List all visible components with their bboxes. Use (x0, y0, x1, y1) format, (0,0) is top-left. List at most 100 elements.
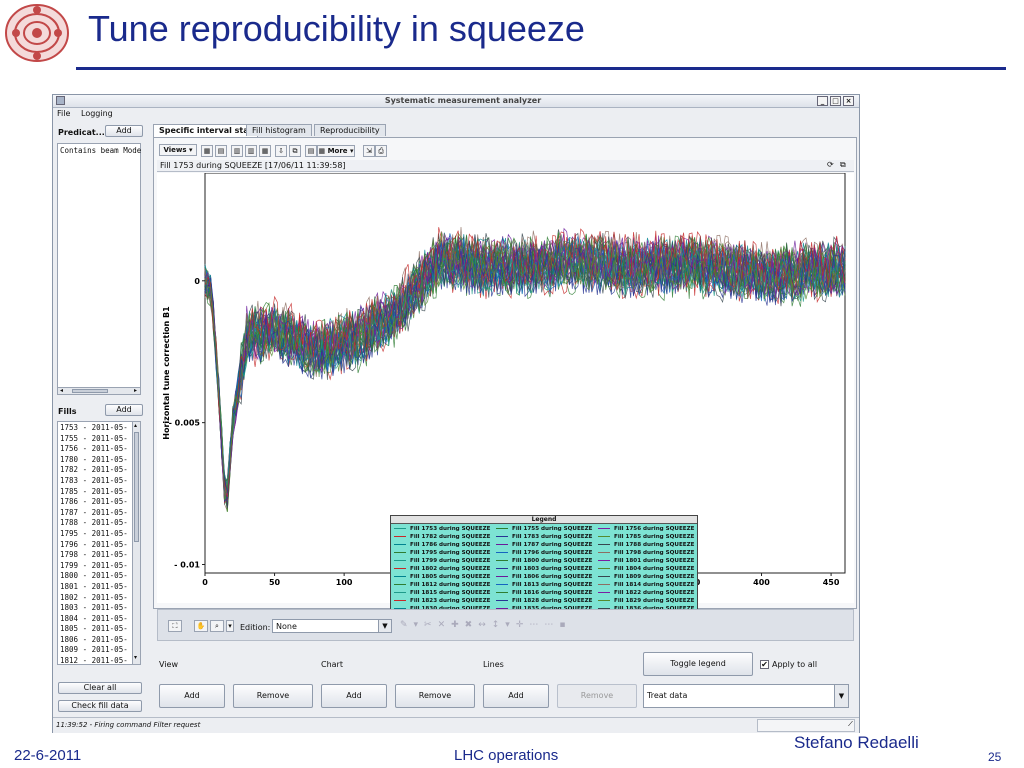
vertical-scrollbar[interactable]: ▴ ▾ (132, 422, 140, 664)
tab-specific-interval-stat[interactable]: Specific interval stat (153, 124, 259, 137)
chart-header: Fill 1753 during SQUEEZE [17/06/11 11:39… (157, 160, 854, 172)
window-titlebar: Systematic measurement analyzer _ □ × (53, 95, 859, 108)
list-item[interactable]: 1803 - 2011-05- (60, 603, 130, 614)
legend-label: Fill 1828 during SQUEEZE (512, 598, 593, 604)
list-item[interactable]: 1801 - 2011-05- (60, 582, 130, 593)
legend-swatch (598, 536, 610, 537)
minimize-button[interactable]: _ (817, 96, 828, 106)
chart-add-button[interactable]: Add (321, 684, 387, 708)
list-item[interactable]: 1812 - 2011-05- (60, 656, 130, 667)
list-item[interactable]: 1809 - 2011-05- (60, 645, 130, 656)
copy-icon[interactable]: ⧉ (289, 145, 301, 157)
menu-file[interactable]: File (57, 109, 70, 118)
list-item[interactable]: 1753 - 2011-05- (60, 423, 130, 434)
layout-three-icon[interactable]: ▦ (259, 145, 271, 157)
list-item[interactable]: 1799 - 2011-05- (60, 561, 130, 572)
apply-to-all-checkbox[interactable]: ✔ (760, 660, 769, 669)
x-tick-label: 100 (336, 578, 353, 587)
views-label: Views (163, 146, 187, 154)
zoom-dropdown-icon[interactable]: ▾ (226, 620, 234, 632)
legend-label: Fill 1822 during SQUEEZE (614, 590, 695, 596)
footer-page-number: 25 (988, 750, 1002, 764)
detach-icon[interactable]: ⧉ (840, 160, 846, 170)
list-item[interactable]: 1796 - 2011-05- (60, 540, 130, 551)
fit-icon[interactable]: ⛶ (168, 620, 182, 632)
list-item[interactable]: 1786 - 2011-05- (60, 497, 130, 508)
view-remove-button[interactable]: Remove (233, 684, 313, 708)
arrow-left-icon[interactable]: ◂ (60, 387, 63, 394)
list-item[interactable]: 1804 - 2011-05- (60, 614, 130, 625)
y-tick-label: 0 (194, 277, 200, 286)
legend-swatch (496, 600, 508, 601)
arrow-up-icon[interactable]: ▴ (134, 422, 137, 429)
legend-swatch (496, 584, 508, 585)
list-item[interactable]: 1805 - 2011-05- (60, 624, 130, 635)
refresh-icon[interactable]: ⟳ (827, 160, 834, 169)
legend-label: Fill 1799 during SQUEEZE (410, 558, 491, 564)
list-item[interactable]: 1806 - 2011-05- (60, 635, 130, 646)
list-item[interactable]: 1783 - 2011-05- (60, 476, 130, 487)
legend-entry: Fill 1828 during SQUEEZE (496, 597, 592, 605)
legend-label: Fill 1809 during SQUEEZE (614, 574, 695, 580)
chart-export-icon[interactable]: ⇲ (363, 145, 375, 157)
list-item[interactable]: 1782 - 2011-05- (60, 465, 130, 476)
chevron-down-icon[interactable]: ▼ (834, 685, 848, 707)
list-item[interactable]: 1785 - 2011-05- (60, 487, 130, 498)
legend-swatch (496, 552, 508, 553)
list-item[interactable]: 1798 - 2011-05- (60, 550, 130, 561)
grid-icon[interactable]: ▦ (201, 145, 213, 157)
y-tick-label: - 0.01 (174, 560, 200, 569)
chevron-down-icon[interactable]: ▼ (378, 620, 391, 632)
print-icon[interactable]: ⎙ (375, 145, 387, 157)
list-item[interactable]: 1780 - 2011-05- (60, 455, 130, 466)
list-icon[interactable]: ▤ (215, 145, 227, 157)
legend-swatch (496, 536, 508, 537)
list-item[interactable]: 1795 - 2011-05- (60, 529, 130, 540)
arrow-down-icon[interactable]: ▾ (134, 654, 137, 661)
list-item[interactable]: 1802 - 2011-05- (60, 593, 130, 604)
legend-swatch (598, 552, 610, 553)
legend-label: Fill 1814 during SQUEEZE (614, 582, 695, 588)
table-icon[interactable]: ▤ (305, 145, 317, 157)
legend-swatch (598, 544, 610, 545)
zoom-icon[interactable]: ⌕ (210, 620, 224, 632)
list-item[interactable]: 1788 - 2011-05- (60, 518, 130, 529)
export-icon[interactable]: ⇩ (275, 145, 287, 157)
close-button[interactable]: × (843, 96, 854, 106)
tab-reproducibility[interactable]: Reproducibility (314, 124, 386, 136)
list-item[interactable]: 1756 - 2011-05- (60, 444, 130, 455)
tab-fill-histogram[interactable]: Fill histogram (246, 124, 312, 136)
layout-one-icon[interactable]: ▥ (231, 145, 243, 157)
lines-add-button[interactable]: Add (483, 684, 549, 708)
legend-entry: Fill 1805 during SQUEEZE (394, 573, 490, 581)
more-button[interactable]: ▦ More ▾ (317, 145, 355, 157)
clear-all-button[interactable]: Clear all (58, 682, 142, 694)
arrow-right-icon[interactable]: ▸ (134, 387, 137, 394)
add-predicate-button[interactable]: Add (105, 125, 143, 137)
horizontal-scrollbar[interactable]: ◂ ▸ (57, 387, 141, 395)
legend-swatch (598, 576, 610, 577)
view-add-button[interactable]: Add (159, 684, 225, 708)
fills-list: 1753 - 2011-05- 1755 - 2011-05- 1756 - 201… (57, 421, 141, 665)
pan-hand-icon[interactable]: ✋ (194, 620, 208, 632)
lines-remove-button[interactable]: Remove (557, 684, 637, 708)
disabled-edit-tools: ✎▾✂✕✚✖↔↕▾✛⋯⋯▪ (400, 620, 572, 630)
layout-two-icon[interactable]: ▥ (245, 145, 257, 157)
treat-data-select[interactable]: Treat data ▼ (643, 684, 849, 708)
add-fill-button[interactable]: Add (105, 404, 143, 416)
check-fill-data-button[interactable]: Check fill data (58, 700, 142, 712)
views-button[interactable]: Views ▾ (159, 144, 197, 156)
legend-label: Fill 1788 during SQUEEZE (614, 542, 695, 548)
scroll-thumb[interactable] (72, 389, 108, 393)
list-item[interactable]: 1800 - 2011-05- (60, 571, 130, 582)
list-item[interactable]: 1787 - 2011-05- (60, 508, 130, 519)
maximize-button[interactable]: □ (830, 96, 841, 106)
edition-select[interactable]: None ▼ (272, 619, 392, 633)
list-item[interactable]: Contains beam Mode (60, 146, 141, 157)
menu-logging[interactable]: Logging (81, 109, 113, 118)
scroll-thumb[interactable] (134, 432, 139, 542)
legend-swatch (598, 584, 610, 585)
list-item[interactable]: 1755 - 2011-05- (60, 434, 130, 445)
toggle-legend-button[interactable]: Toggle legend (643, 652, 753, 676)
chart-remove-button[interactable]: Remove (395, 684, 475, 708)
